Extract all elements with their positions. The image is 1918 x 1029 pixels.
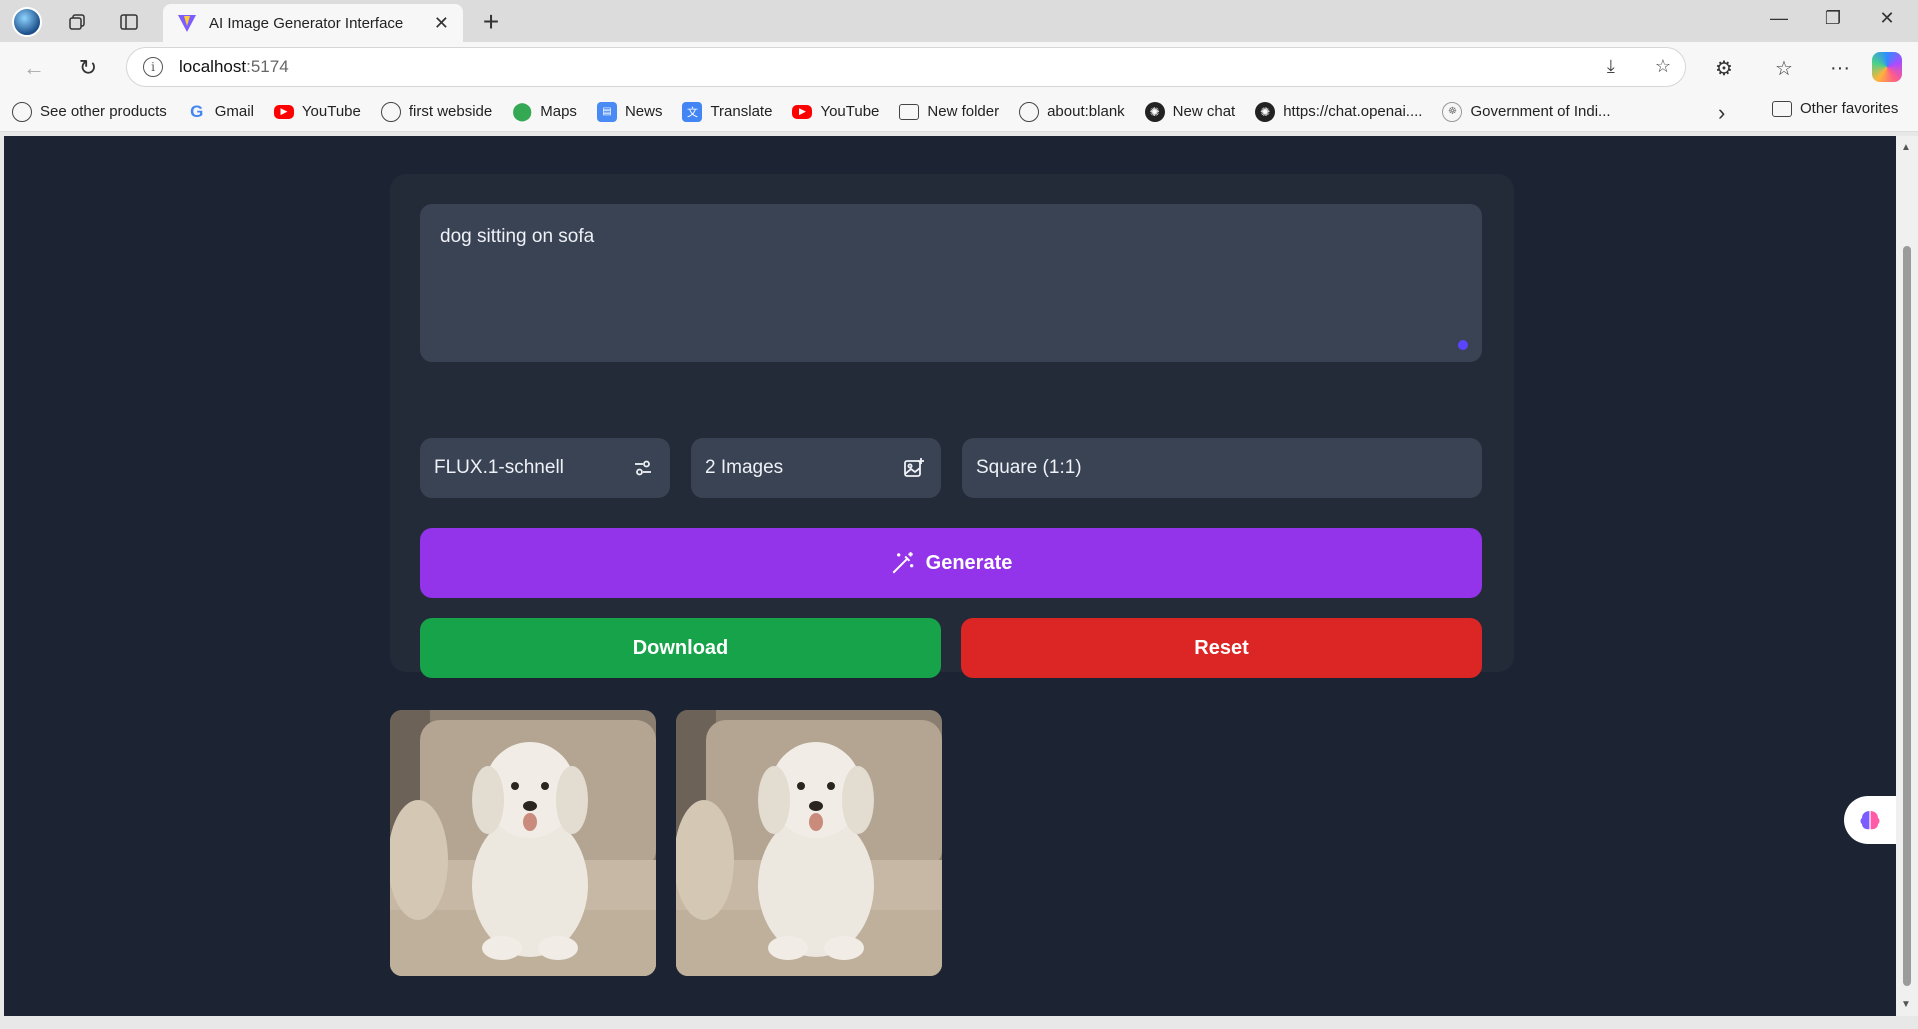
copilot-icon[interactable] <box>1872 52 1902 82</box>
workspaces-icon[interactable] <box>64 9 90 35</box>
image-count-select[interactable]: 2 Images <box>691 438 941 498</box>
generate-label: Generate <box>925 551 1013 574</box>
page-viewport: dog sitting on sofa FLUX.1-schnell 2 Ima… <box>4 136 1896 1016</box>
bookmark-youtube[interactable]: ▶ YouTube <box>273 103 361 120</box>
maps-icon: ⬤ <box>512 101 533 121</box>
bookmark-youtube-2[interactable]: ▶ YouTube <box>792 103 879 120</box>
bookmark-chat-openai[interactable]: ✺ https://chat.openai.... <box>1255 101 1422 122</box>
youtube-icon: ▶ <box>792 104 813 119</box>
chatgpt-icon: ✺ <box>1255 101 1276 122</box>
taskbar-edge <box>0 1016 1918 1029</box>
scroll-down-arrow-icon[interactable]: ▼ <box>1901 999 1911 1010</box>
browser-tab-bar: AI Image Generator Interface ✕ + — ❐ ✕ <box>0 0 1918 42</box>
aspect-ratio-value: Square (1:1) <box>976 457 1082 478</box>
bookmark-new-chat[interactable]: ✺ New chat <box>1144 101 1235 122</box>
globe-icon <box>12 101 32 122</box>
prompt-textarea[interactable]: dog sitting on sofa <box>420 204 1482 362</box>
bookmark-new-folder[interactable]: New folder <box>899 103 999 120</box>
youtube-icon: ▶ <box>273 104 294 119</box>
favorite-star-icon[interactable]: ☆ <box>1655 56 1671 77</box>
site-info-icon[interactable]: i <box>143 57 163 77</box>
generated-image[interactable] <box>390 710 656 976</box>
google-icon: G <box>190 101 204 121</box>
magic-wand-icon <box>892 552 913 574</box>
bookmark-gmail[interactable]: G Gmail <box>187 102 254 122</box>
download-tray-icon[interactable]: ⤓ <box>1607 56 1615 77</box>
other-favorites[interactable]: Other favorites <box>1772 100 1898 117</box>
download-button[interactable]: Download <box>420 618 941 678</box>
chatgpt-icon: ✺ <box>1144 101 1165 122</box>
resize-handle-icon[interactable] <box>1458 340 1468 350</box>
close-window-icon[interactable]: ✕ <box>1872 8 1902 29</box>
bookmarks-bar: See other products G Gmail ▶ YouTube first… <box>0 92 1918 132</box>
refresh-icon[interactable]: ↻ <box>74 54 102 82</box>
chevron-right-icon[interactable]: › <box>1718 100 1725 126</box>
generate-button[interactable]: Generate <box>420 528 1482 598</box>
scroll-up-arrow-icon[interactable]: ▲ <box>1901 142 1911 153</box>
sliders-icon <box>630 455 656 481</box>
url-host: localhost <box>179 57 247 76</box>
generated-image[interactable] <box>676 710 942 976</box>
bookmark-first-webside[interactable]: first webside <box>380 101 492 122</box>
close-tab-icon[interactable]: ✕ <box>434 13 449 34</box>
generator-card: dog sitting on sofa FLUX.1-schnell 2 Ima… <box>390 174 1514 678</box>
minimize-icon[interactable]: — <box>1764 8 1794 29</box>
scrollbar-thumb[interactable] <box>1903 246 1911 986</box>
address-toolbar: ← ↻ i localhost:5174 ⤓ ☆ ⚙ ☆ ··· <box>0 42 1918 92</box>
aspect-ratio-select[interactable]: Square (1:1) <box>962 438 1482 498</box>
image-plus-icon <box>901 455 927 481</box>
dog-on-sofa-image <box>390 710 656 976</box>
favorites-icon[interactable]: ☆ <box>1770 54 1798 82</box>
more-menu-icon[interactable]: ··· <box>1826 54 1854 82</box>
profile-avatar[interactable] <box>12 7 42 37</box>
bookmark-news[interactable]: ▤ News <box>596 101 662 122</box>
vertical-tabs-icon[interactable] <box>116 9 142 35</box>
globe-icon <box>380 101 401 122</box>
reset-label: Reset <box>1194 636 1249 659</box>
active-tab[interactable]: AI Image Generator Interface ✕ <box>163 4 463 42</box>
globe-icon <box>1019 101 1040 122</box>
reset-button[interactable]: Reset <box>961 618 1482 678</box>
extensions-icon[interactable]: ⚙ <box>1710 54 1738 82</box>
floating-assistant-button[interactable] <box>1844 796 1896 844</box>
url-port: :5174 <box>246 57 289 76</box>
model-select-value: FLUX.1-schnell <box>434 457 564 478</box>
new-tab-icon[interactable]: + <box>476 6 506 38</box>
brain-icon <box>1860 811 1880 830</box>
emblem-icon: ☸ <box>1442 101 1463 122</box>
download-label: Download <box>632 636 729 659</box>
bookmark-see-other-products[interactable]: See other products <box>12 101 167 122</box>
bookmark-translate[interactable]: 文 Translate <box>682 101 772 122</box>
dog-on-sofa-image <box>676 710 942 976</box>
translate-icon: 文 <box>682 101 703 122</box>
news-icon: ▤ <box>596 101 617 122</box>
back-arrow-icon[interactable]: ← <box>20 54 48 82</box>
tab-title: AI Image Generator Interface <box>209 14 404 32</box>
bookmark-about-blank[interactable]: about:blank <box>1019 101 1125 122</box>
model-select[interactable]: FLUX.1-schnell <box>420 438 670 498</box>
image-count-value: 2 Images <box>705 457 784 478</box>
vite-logo-icon <box>178 15 196 32</box>
address-bar[interactable]: i localhost:5174 ⤓ ☆ <box>126 47 1686 87</box>
bookmark-government-of-india[interactable]: ☸ Government of Indi... <box>1442 101 1611 122</box>
prompt-text: dog sitting on sofa <box>440 226 595 247</box>
folder-icon <box>899 103 920 120</box>
restore-icon[interactable]: ❐ <box>1818 8 1848 29</box>
page-scrollbar[interactable]: ▲ ▼ <box>1896 136 1918 1016</box>
folder-icon <box>1772 100 1792 117</box>
bookmark-maps[interactable]: ⬤ Maps <box>512 101 577 122</box>
